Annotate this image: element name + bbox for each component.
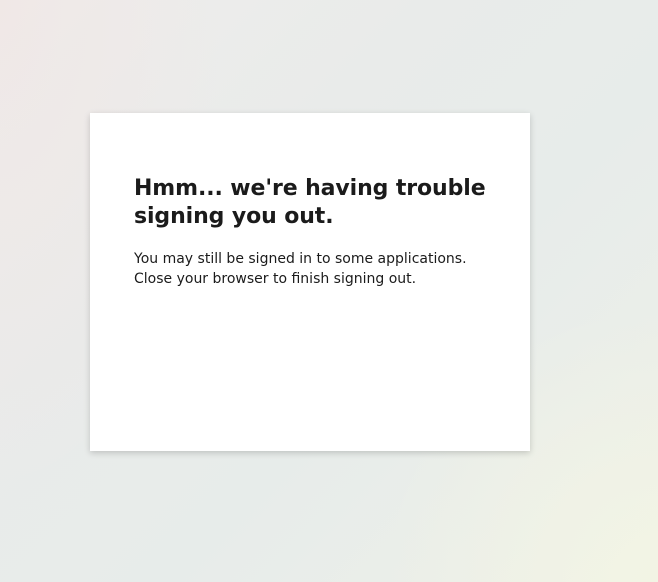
signout-error-card: Hmm... we're having trouble signing you … bbox=[90, 113, 530, 451]
error-title: Hmm... we're having trouble signing you … bbox=[134, 176, 486, 229]
error-message-line-1: You may still be signed in to some appli… bbox=[134, 251, 467, 267]
error-message-line-2: Close your browser to finish signing out… bbox=[134, 271, 417, 287]
error-message: You may still be signed in to some appli… bbox=[134, 249, 486, 289]
